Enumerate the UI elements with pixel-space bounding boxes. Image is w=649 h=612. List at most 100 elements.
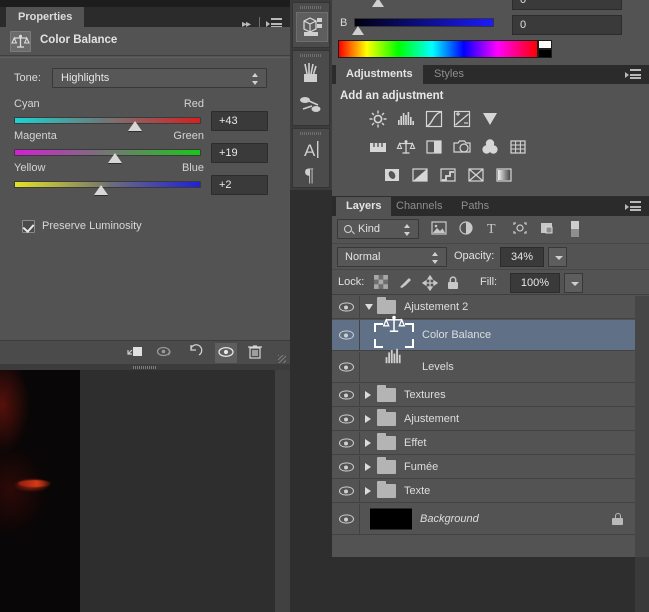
layer-visibility-cell[interactable] <box>332 320 360 350</box>
color-lookup-icon[interactable] <box>508 137 528 157</box>
chevron-right-icon[interactable] <box>365 487 371 495</box>
tab-properties[interactable]: Properties <box>6 7 85 27</box>
fill-dropdown-button[interactable] <box>564 273 583 293</box>
resize-grip[interactable] <box>278 355 286 363</box>
eye-icon[interactable] <box>339 514 354 524</box>
blend-mode-select[interactable]: Normal <box>337 247 447 267</box>
layer-visibility-cell[interactable] <box>332 352 360 382</box>
lock-position-icon[interactable] <box>421 274 439 292</box>
curves-icon[interactable] <box>424 109 444 129</box>
threshold-icon[interactable] <box>438 165 458 185</box>
layer-visibility-cell[interactable] <box>332 296 360 318</box>
table-row[interactable]: Levels <box>332 348 635 383</box>
dock-grip[interactable] <box>300 6 322 9</box>
opacity-dropdown-button[interactable] <box>548 247 567 267</box>
table-row[interactable]: Texte <box>332 480 635 503</box>
brightness-contrast-icon[interactable] <box>368 109 388 129</box>
table-row[interactable]: Ajustement <box>332 408 635 431</box>
clip-to-layer-button[interactable] <box>125 343 147 363</box>
chevron-right-icon[interactable] <box>365 439 371 447</box>
table-row[interactable]: Background <box>332 504 635 535</box>
fill-field[interactable]: 100% <box>510 273 560 293</box>
color-balance-icon[interactable] <box>396 137 416 157</box>
filter-kind-select[interactable]: Kind <box>337 219 419 239</box>
filter-adjustment-icon[interactable] <box>457 220 477 238</box>
layer-visibility-cell[interactable] <box>332 384 360 406</box>
chevron-right-icon[interactable] <box>365 463 371 471</box>
hue-saturation-icon[interactable] <box>368 137 388 157</box>
adjustments-panel-menu-icon[interactable] <box>625 69 641 81</box>
eye-icon[interactable] <box>339 438 354 448</box>
filter-smart-object-icon[interactable] <box>538 220 558 238</box>
paragraph-panel-icon[interactable]: ¶ <box>296 161 328 191</box>
panel-drag-grip[interactable] <box>133 365 157 369</box>
lock-image-pixels-icon[interactable] <box>398 275 414 291</box>
lock-transparent-pixels-icon[interactable] <box>374 275 390 291</box>
exposure-icon[interactable] <box>452 109 472 129</box>
invert-icon[interactable] <box>382 165 402 185</box>
selective-color-icon[interactable] <box>466 165 486 185</box>
reset-button[interactable] <box>185 343 207 363</box>
brush-presets-icon[interactable] <box>296 60 328 90</box>
tab-layers[interactable]: Layers <box>336 197 392 216</box>
black-white-icon[interactable] <box>424 137 444 157</box>
dock-grip[interactable] <box>300 132 322 135</box>
swatch-black[interactable] <box>538 49 552 58</box>
photo-filter-icon[interactable] <box>452 137 472 157</box>
slider-thumb-yellow-blue[interactable] <box>94 185 108 195</box>
table-row[interactable]: Ajustement 2 <box>332 296 635 319</box>
document-canvas[interactable] <box>0 370 290 612</box>
eye-icon[interactable] <box>339 462 354 472</box>
toggle-visibility-button[interactable] <box>215 343 237 363</box>
color-value-b[interactable]: 0 <box>512 15 622 35</box>
tone-select[interactable]: Highlights <box>52 68 267 88</box>
table-row[interactable]: Textures <box>332 384 635 407</box>
tab-channels[interactable]: Channels <box>386 197 452 216</box>
filter-toggle-icon[interactable] <box>569 220 581 238</box>
filter-pixel-icon[interactable] <box>430 220 450 238</box>
eye-icon[interactable] <box>339 486 354 496</box>
lock-all-icon[interactable] <box>446 275 462 291</box>
eye-icon[interactable] <box>339 414 354 424</box>
layer-visibility-cell[interactable] <box>332 408 360 430</box>
slider-value-yellow-blue[interactable]: +2 <box>211 175 268 195</box>
tab-styles[interactable]: Styles <box>424 65 474 84</box>
3d-panel-icon[interactable] <box>296 12 328 42</box>
vibrance-icon[interactable] <box>480 109 500 129</box>
eye-icon[interactable] <box>339 362 354 372</box>
color-slider-track-b[interactable] <box>354 18 494 27</box>
preserve-luminosity-checkbox[interactable] <box>22 220 35 233</box>
hue-spectrum-strip[interactable] <box>338 40 538 58</box>
layer-visibility-cell[interactable] <box>332 504 360 534</box>
filter-shape-icon[interactable] <box>511 220 531 238</box>
layers-scrollbar[interactable] <box>635 296 649 557</box>
chevron-right-icon[interactable] <box>365 391 371 399</box>
eye-icon[interactable] <box>339 390 354 400</box>
posterize-icon[interactable] <box>410 165 430 185</box>
color-value-g[interactable]: 0 <box>512 0 622 10</box>
table-row[interactable]: Color Balance <box>332 315 635 351</box>
layer-visibility-cell[interactable] <box>332 432 360 454</box>
eye-icon[interactable] <box>339 330 354 340</box>
table-row[interactable]: Effet <box>332 432 635 455</box>
levels-icon[interactable] <box>396 109 416 129</box>
gradient-map-icon[interactable] <box>494 165 514 185</box>
tab-adjustments[interactable]: Adjustments <box>336 65 423 84</box>
filter-type-icon[interactable]: T <box>484 220 504 238</box>
layer-visibility-cell[interactable] <box>332 456 360 478</box>
dock-grip[interactable] <box>300 54 322 57</box>
eye-icon[interactable] <box>339 302 354 312</box>
chevron-right-icon[interactable] <box>365 415 371 423</box>
layer-visibility-cell[interactable] <box>332 480 360 502</box>
slider-value-cyan-red[interactable]: +43 <box>211 111 268 131</box>
tab-paths[interactable]: Paths <box>451 197 499 216</box>
table-row[interactable]: Fumée <box>332 456 635 479</box>
chevron-down-icon[interactable] <box>365 304 373 310</box>
channel-mixer-icon[interactable] <box>480 137 500 157</box>
color-slider-thumb-b[interactable] <box>352 26 364 35</box>
color-slider-thumb-g[interactable] <box>372 0 384 7</box>
delete-button[interactable] <box>245 343 267 363</box>
swatch-white[interactable] <box>538 40 552 49</box>
layers-panel-menu-icon[interactable] <box>625 201 641 213</box>
tool-presets-icon[interactable] <box>296 91 328 121</box>
